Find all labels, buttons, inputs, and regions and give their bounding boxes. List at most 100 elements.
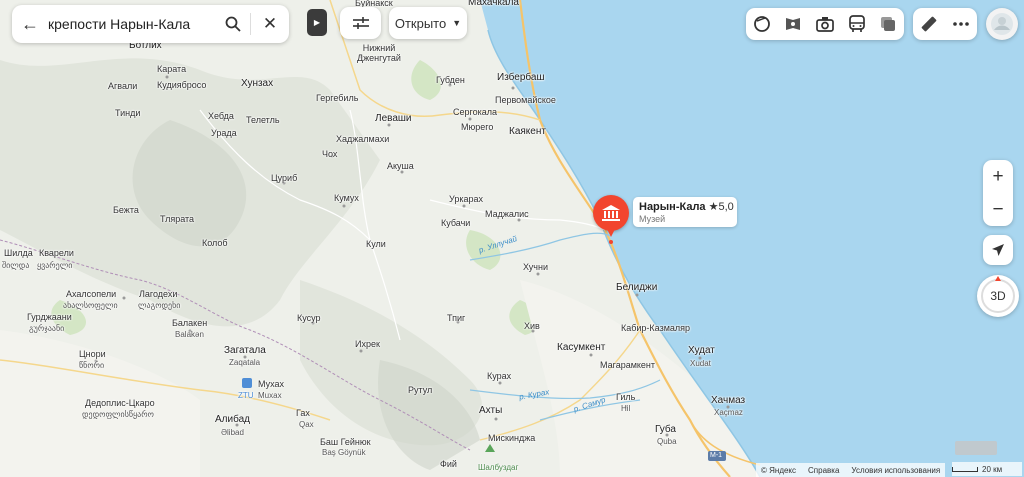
- open-filter-label: Открыто: [394, 15, 447, 31]
- avatar-icon: [991, 13, 1013, 35]
- ruler-icon: [921, 16, 937, 32]
- more-dots-icon: [953, 22, 969, 26]
- place-label: Кусур: [297, 313, 321, 323]
- place-label: Губа: [655, 424, 676, 435]
- place-label: Колоб: [202, 238, 228, 248]
- place-label: Xaçmaz: [714, 408, 743, 417]
- place-label: Baş Göynük: [322, 448, 366, 457]
- filters-button[interactable]: [340, 7, 381, 39]
- camera-button[interactable]: [812, 11, 838, 37]
- place-label: Хаджалмахи: [336, 134, 390, 144]
- ruler-button[interactable]: [916, 11, 942, 37]
- panorama-button[interactable]: [780, 11, 806, 37]
- place-label: Хебда: [208, 111, 234, 121]
- zoom-in-button[interactable]: +: [983, 160, 1013, 193]
- transport-button[interactable]: [844, 11, 870, 37]
- search-panel: ← крепости Нарын-Кала ✕: [12, 5, 289, 43]
- camera-icon: [816, 17, 834, 32]
- place-label: Акуша: [387, 161, 414, 171]
- place-label: Первомайское: [495, 95, 556, 105]
- place-label: Курах: [487, 371, 512, 381]
- place-label: Губден: [436, 75, 465, 85]
- scale-label: 20 км: [982, 464, 1003, 474]
- terms-link[interactable]: Условия использования: [851, 466, 940, 475]
- collapse-panel-button[interactable]: ▶: [307, 9, 327, 36]
- panorama-icon: [786, 18, 801, 30]
- place-label: Хунзах: [241, 78, 274, 89]
- place-label: Хив: [524, 321, 540, 331]
- place-label: Гергебиль: [316, 93, 359, 103]
- place-label: Уркарах: [449, 194, 483, 204]
- place-label: Бежта: [113, 205, 139, 215]
- place-label: წნორი: [79, 361, 105, 370]
- back-arrow-icon[interactable]: ←: [12, 14, 48, 35]
- place-label: Əlibad: [221, 428, 244, 437]
- tools-toolbar: [913, 8, 977, 40]
- place-label: Агвали: [108, 81, 138, 91]
- place-label: Цнори: [79, 349, 106, 359]
- place-label: Баш Гейнюк: [320, 437, 371, 447]
- place-label: Тпиг: [447, 313, 466, 323]
- place-label: ყვარელი: [37, 261, 73, 270]
- open-now-filter[interactable]: Открыто ▼: [389, 7, 467, 39]
- place-label: Алибад: [215, 414, 250, 425]
- place-label: Гах: [296, 408, 310, 418]
- tilt-3d-button[interactable]: 3D: [977, 275, 1019, 317]
- poi-category: Музей: [639, 214, 666, 224]
- my-location-button[interactable]: [983, 235, 1013, 265]
- place-label: Гурджаани: [27, 312, 72, 322]
- scale-bar: [952, 466, 978, 472]
- place-label: Махачкала: [468, 0, 519, 8]
- place-label: Леваши: [375, 113, 412, 124]
- place-label: Hil: [621, 404, 631, 413]
- place-label: Кумух: [334, 193, 359, 203]
- sliders-icon: [352, 17, 369, 29]
- place-label: Рутул: [408, 385, 433, 395]
- layers-toolbar: [746, 8, 904, 40]
- place-label: Маджалис: [485, 209, 529, 219]
- poi-name: Нарын-Кала: [639, 201, 706, 213]
- more-button[interactable]: [948, 11, 974, 37]
- place-label: Каякент: [509, 126, 546, 137]
- place-label: Касумкент: [557, 342, 606, 353]
- place-label: Кудиябросо: [157, 80, 207, 90]
- place-label: Магарамкент: [600, 360, 656, 370]
- play-triangle-icon: ▶: [313, 18, 321, 27]
- place-label: Кварели: [39, 248, 74, 258]
- stacked-layers-button[interactable]: [875, 11, 901, 37]
- search-input[interactable]: крепости Нарын-Кала: [48, 16, 216, 32]
- road-shield-label: М-1: [710, 452, 723, 459]
- place-label: ლაგოდეხი: [138, 301, 181, 310]
- help-link[interactable]: Справка: [808, 466, 839, 475]
- poi-location-dot: [609, 240, 613, 244]
- user-avatar[interactable]: [986, 8, 1018, 40]
- place-label: Хучни: [523, 262, 548, 272]
- map-layers-button[interactable]: [749, 11, 775, 37]
- place-label: Мухах: [258, 379, 285, 389]
- place-label: Нижний Дженгутай: [357, 43, 401, 63]
- place-label: Избербаш: [497, 72, 545, 83]
- blurred-logo: [955, 441, 997, 455]
- poi-rating: 5,0: [718, 201, 734, 213]
- place-label: Кабир-Казмаляр: [621, 323, 691, 333]
- copyright-link[interactable]: © Яндекс: [761, 466, 796, 475]
- poi-marker[interactable]: [593, 195, 629, 231]
- place-label: Qax: [299, 420, 314, 429]
- close-icon[interactable]: ✕: [251, 14, 289, 34]
- place-label: Карата: [157, 64, 187, 74]
- poi-card[interactable]: Нарын-Кала ★5,0 Музей: [633, 197, 737, 227]
- caret-down-icon: ▼: [452, 18, 462, 28]
- place-label: Чох: [322, 149, 338, 159]
- stack-icon: [881, 17, 896, 31]
- star-icon: ★: [708, 201, 719, 213]
- bus-icon: [848, 15, 865, 32]
- place-label: Кули: [366, 239, 386, 249]
- place-label: Quba: [657, 437, 677, 446]
- place-label: Хачмаз: [711, 395, 746, 406]
- search-button[interactable]: [216, 16, 250, 32]
- poi-marker-tail: [607, 229, 615, 237]
- place-label: Лагодехи: [139, 289, 178, 299]
- place-label: Дедоплис-Цкаро: [85, 398, 155, 408]
- place-label: Телетль: [246, 115, 280, 125]
- zoom-out-button[interactable]: −: [983, 193, 1013, 226]
